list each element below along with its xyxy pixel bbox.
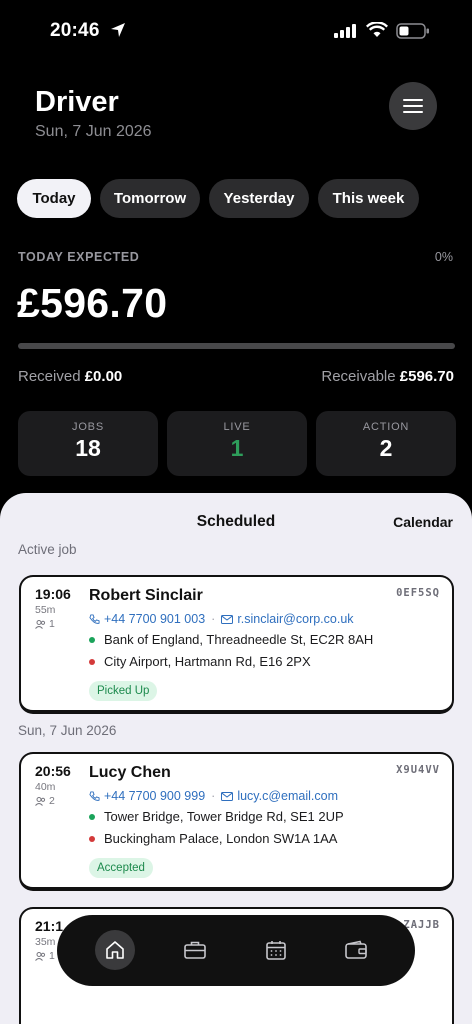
stat-value: 1 [230,435,244,461]
passenger-count: 2 [49,795,55,807]
page-title: Driver [35,86,119,118]
active-job-label: Active job [18,542,77,557]
passengers-icon [35,619,46,629]
expected-percent: 0% [434,250,453,264]
stat-label: ACTION [362,421,410,433]
nav-home[interactable] [95,930,135,970]
job-duration: 40m [35,781,56,793]
wallet-icon [345,940,367,959]
passenger-count: 1 [49,618,55,630]
customer-phone[interactable]: +44 7700 901 003 [104,612,205,626]
nav-calendar[interactable] [256,930,296,970]
calendar-button[interactable]: Calendar [393,514,453,530]
calendar-icon [266,941,286,960]
job-card[interactable]: 20:56 40m 2 Lucy Chen X9U4VV +44 7700 90… [19,752,454,891]
location-arrow-icon [111,23,125,37]
stat-card-jobs[interactable]: JOBS 18 [18,411,158,476]
dropoff-address: Buckingham Palace, London SW1A 1AA [104,831,338,846]
stats-row: JOBS 18 LIVE 1 ACTION 2 [18,411,456,476]
wifi-icon [366,22,388,37]
received-summary: Received £0.00 [18,368,122,385]
pickup-dot-icon [89,813,95,820]
stat-label: JOBS [72,421,104,433]
customer-email[interactable]: lucy.c@email.com [237,789,338,803]
day-group-label: Sun, 7 Jun 2026 [18,723,117,738]
booking-ref: X9U4VV [396,764,440,776]
date-filter-tabs: Today Tomorrow Yesterday This week [17,179,419,218]
briefcase-icon [184,941,206,959]
expected-amount: £596.70 [17,280,168,326]
job-passengers: 1 [35,950,55,962]
stat-value: 2 [379,435,393,461]
job-time: 20:56 [35,763,71,779]
pickup-row: Bank of England, Threadneedle St, EC2R 8… [89,632,373,647]
tab-yesterday[interactable]: Yesterday [209,179,309,218]
earnings-progress-bar [18,343,455,349]
tab-this-week[interactable]: This week [318,179,419,218]
dropoff-address: City Airport, Hartmann Rd, E16 2PX [104,654,311,669]
dropoff-row: Buckingham Palace, London SW1A 1AA [89,831,337,846]
received-value: £0.00 [84,368,123,385]
job-status-badge: Picked Up [89,681,158,701]
job-time: 21:1 [35,918,64,934]
stat-card-live[interactable]: LIVE 1 [167,411,307,476]
passengers-icon [35,951,46,961]
phone-icon [89,613,100,624]
stat-value: 18 [75,435,101,461]
home-icon [106,941,124,959]
tab-today[interactable]: Today [17,179,91,218]
phone-icon [89,790,100,801]
expected-label: TODAY EXPECTED [18,250,140,264]
separator: · [211,789,216,803]
passengers-icon [35,796,46,806]
email-icon [221,614,234,624]
pickup-address: Tower Bridge, Tower Bridge Rd, SE1 2UP [104,809,344,824]
tab-tomorrow[interactable]: Tomorrow [100,179,200,218]
pickup-address: Bank of England, Threadneedle St, EC2R 8… [104,632,374,647]
job-card[interactable]: 19:06 55m 1 Robert Sinclair 0EF5SQ +44 7… [19,575,454,714]
job-passengers: 1 [35,618,55,630]
page-date: Sun, 7 Jun 2026 [35,123,152,140]
passenger-count: 1 [49,950,55,962]
job-status-badge: Accepted [89,858,153,878]
dropoff-dot-icon [89,658,95,665]
received-label: Received [18,368,81,385]
separator: · [211,612,216,626]
stat-card-action[interactable]: ACTION 2 [316,411,456,476]
bottom-nav-bar [57,915,415,986]
dropoff-dot-icon [89,835,95,842]
menu-button[interactable] [389,82,437,130]
battery-icon [396,23,429,39]
customer-email[interactable]: r.sinclair@corp.co.uk [237,612,353,626]
receivable-value: £596.70 [399,368,454,385]
email-icon [221,791,234,801]
job-duration: 35m [35,936,56,948]
nav-jobs[interactable] [175,930,215,970]
status-bar: 20:46 [0,0,472,64]
job-time: 19:06 [35,586,71,602]
contact-row: +44 7700 900 999 · lucy.c@email.com [89,789,338,803]
nav-wallet[interactable] [336,930,376,970]
customer-phone[interactable]: +44 7700 900 999 [104,789,205,803]
customer-name: Robert Sinclair [89,587,203,604]
customer-name: Lucy Chen [89,764,171,781]
booking-ref: 0EF5SQ [396,587,440,599]
status-time: 20:46 [50,20,100,41]
hamburger-menu-icon [403,99,423,113]
pickup-row: Tower Bridge, Tower Bridge Rd, SE1 2UP [89,809,344,824]
receivable-summary: Receivable £596.70 [321,368,454,385]
booking-ref: ZAJJB [403,919,440,931]
pickup-dot-icon [89,636,95,643]
stat-label: LIVE [223,421,251,433]
receivable-label: Receivable [321,368,396,385]
job-duration: 55m [35,604,56,616]
job-passengers: 2 [35,795,55,807]
contact-row: +44 7700 901 003 · r.sinclair@corp.co.uk [89,612,354,626]
cellular-signal-icon [334,24,356,38]
dropoff-row: City Airport, Hartmann Rd, E16 2PX [89,654,311,669]
